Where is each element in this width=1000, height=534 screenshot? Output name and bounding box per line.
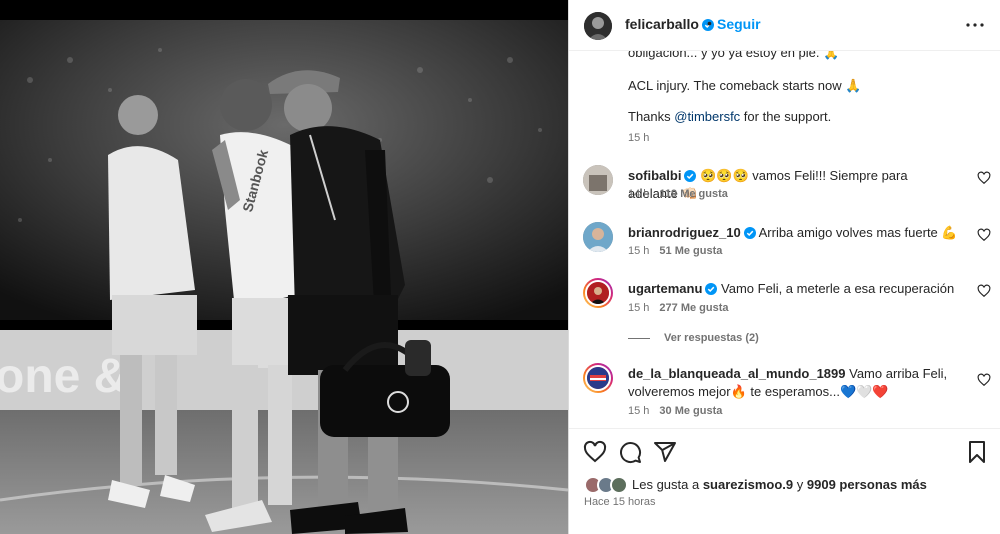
comment-body: Arriba amigo volves mas fuerte 💪	[758, 225, 958, 240]
comment-avatar[interactable]	[583, 222, 613, 252]
likes-text: Les gusta a suarezismoo.9 y 9909 persona…	[632, 477, 927, 492]
comment-avatar[interactable]	[583, 165, 613, 195]
liker-username[interactable]: suarezismoo.9	[703, 477, 793, 492]
follow-button[interactable]: Seguir	[717, 16, 761, 32]
comment-item: brianrodriguez_10 Arriba amigo volves ma…	[569, 222, 1000, 272]
comment-avatar[interactable]	[583, 278, 613, 308]
comment-avatar[interactable]	[583, 363, 613, 393]
verified-badge-icon	[684, 170, 697, 182]
view-replies-label[interactable]: Ver respuestas (2)	[664, 332, 759, 344]
post-image: one & Stanbook	[0, 20, 568, 534]
header-separator: •	[707, 15, 712, 31]
post-side-panel: felicarballo • Seguir obligación... y yo…	[568, 0, 1000, 534]
comment-username[interactable]: de_la_blanqueada_al_mundo_1899	[628, 366, 845, 381]
caption-line-3-prefix: Thanks	[628, 109, 675, 124]
bookmark-icon[interactable]	[965, 440, 989, 464]
comment-avatar-image	[583, 222, 613, 252]
svg-text:one &: one &	[0, 350, 128, 403]
comment-time: 15 h	[628, 302, 650, 314]
verified-badge-icon	[705, 283, 718, 295]
likes-avatars	[584, 476, 630, 494]
author-avatar[interactable]	[584, 12, 612, 40]
comment-avatar-image	[587, 282, 609, 304]
post-photo[interactable]: one & Stanbook	[0, 0, 568, 534]
comment-avatar-inner	[585, 365, 611, 391]
instagram-post-view: one & Stanbook felicarballo • Seguir obl…	[0, 0, 1000, 534]
comment-username[interactable]: sofibalbi	[628, 168, 681, 183]
liker-avatar	[610, 476, 628, 494]
likes-prefix: Les gusta a	[632, 477, 703, 492]
photo-top-band	[0, 0, 568, 20]
caption-time: 15 h	[628, 132, 650, 144]
caption-line-3: Thanks @timbersfc for the support.	[628, 109, 831, 124]
heart-icon[interactable]	[977, 284, 991, 298]
more-options-icon[interactable]	[963, 13, 987, 37]
post-header: felicarballo • Seguir	[569, 0, 1000, 51]
caption-line-3-suffix: for the support.	[740, 109, 832, 124]
comment-avatar-image	[587, 367, 609, 389]
heart-icon[interactable]	[977, 373, 991, 387]
comment-meta: 15 h 51 Me gusta	[628, 245, 722, 257]
comment-username[interactable]: brianrodriguez_10	[628, 225, 741, 240]
author-avatar-image	[584, 12, 612, 40]
verified-badge-icon	[743, 227, 756, 239]
comment-avatar-inner	[585, 280, 611, 306]
caption-line-1: obligación... y yo ya estoy en pie. 🙏	[628, 51, 840, 60]
comment-likes[interactable]: 277 Me gusta	[659, 302, 728, 314]
likes-middle: y	[793, 477, 807, 492]
heart-icon[interactable]	[583, 440, 607, 464]
comment-meta: 15 h 30 Me gusta	[628, 405, 722, 417]
comment-meta: 15 h 277 Me gusta	[628, 302, 729, 314]
heart-icon[interactable]	[977, 228, 991, 242]
comment-likes[interactable]: 51 Me gusta	[659, 245, 722, 257]
comment-text: brianrodriguez_10 Arriba amigo volves ma…	[628, 224, 958, 242]
comments-scroll-area[interactable]: obligación... y yo ya estoy en pie. 🙏 AC…	[569, 51, 1000, 427]
comment-time: 15 h	[628, 245, 650, 257]
share-icon[interactable]	[653, 440, 677, 464]
likes-count[interactable]: 9909 personas más	[807, 477, 927, 492]
comment-likes[interactable]: 30 Me gusta	[659, 405, 722, 417]
comment-avatar-image	[583, 165, 613, 195]
comment-meta: 14 h 119 Me gusta	[628, 188, 728, 200]
comment-time: 15 h	[628, 405, 650, 417]
author-username[interactable]: felicarballo	[625, 16, 714, 32]
comment-item: de_la_blanqueada_al_mundo_1899 Vamo arri…	[569, 363, 1000, 423]
comment-body: Vamo Feli, a meterle a esa recuperación	[721, 281, 955, 296]
caption-line-2: ACL injury. The comeback starts now 🙏	[628, 78, 862, 93]
post-timestamp: Hace 15 horas	[584, 496, 656, 508]
post-actions: Les gusta a suarezismoo.9 y 9909 persona…	[569, 428, 1000, 534]
comment-username[interactable]: ugartemanu	[628, 281, 702, 296]
heart-icon[interactable]	[977, 171, 991, 185]
comment-item: sofibalbi 🥺🥺🥺 vamos Feli!!! Siempre para…	[569, 165, 1000, 215]
comment-likes[interactable]: 119 Me gusta	[659, 188, 727, 200]
comment-item: ugartemanu Vamo Feli, a meterle a esa re…	[569, 278, 1000, 328]
replies-line	[628, 337, 650, 339]
likes-summary[interactable]: Les gusta a suarezismoo.9 y 9909 persona…	[584, 475, 984, 495]
comment-text: de_la_blanqueada_al_mundo_1899 Vamo arri…	[628, 365, 958, 401]
comment-text: ugartemanu Vamo Feli, a meterle a esa re…	[628, 280, 958, 298]
comment-icon[interactable]	[618, 440, 642, 464]
author-username-text[interactable]: felicarballo	[625, 16, 699, 32]
view-replies-button[interactable]: Ver respuestas (2)	[628, 332, 759, 344]
caption-mention-link[interactable]: @timbersfc	[674, 109, 740, 124]
comment-time: 14 h	[628, 188, 650, 200]
